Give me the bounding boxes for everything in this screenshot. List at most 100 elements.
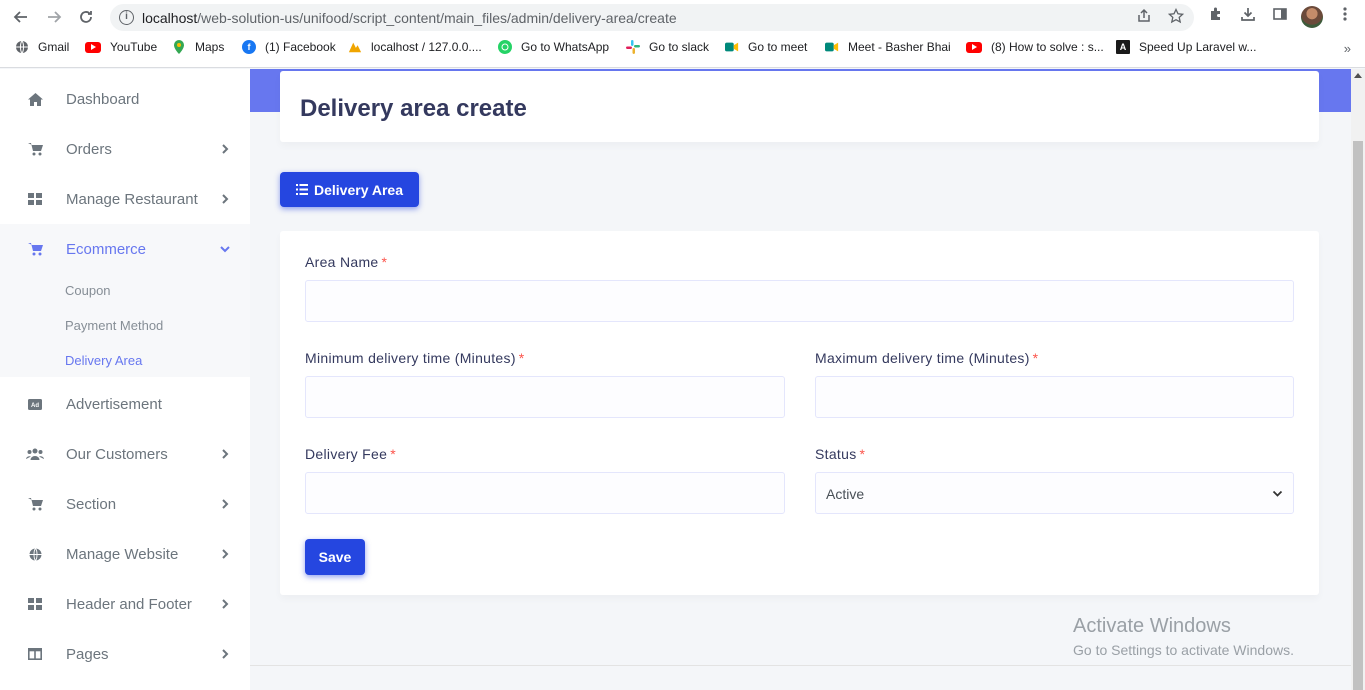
status-select-value: Active [826,486,865,502]
scroll-thumb[interactable] [1353,141,1363,690]
sidebar-item-label: Orders [66,140,112,158]
section-header: Delivery area create [280,71,1319,142]
area-name-input[interactable] [305,280,1294,322]
sidebar-item-manage-website[interactable]: Manage Website [0,529,250,579]
url-path: /web-solution-us/unifood/script_content/… [197,10,677,26]
bookmark-slack[interactable]: Go to slack [626,40,709,54]
url-text[interactable]: localhost/web-solution-us/unifood/script… [142,10,677,26]
sidebar-item-advertisement[interactable]: Ad Advertisement [0,379,250,429]
footer-divider [250,665,1351,666]
svg-text:Ad: Ad [31,403,39,409]
sidebar-item-orders[interactable]: Orders [0,124,250,174]
bookmark-label: Maps [195,40,225,54]
sidebar-subitem-coupon[interactable]: Coupon [65,283,111,298]
status-label-text: Status [815,446,857,462]
delivery-fee-input[interactable] [305,472,785,514]
sidebar-item-section[interactable]: Section [0,479,250,529]
sidebar-item-pages[interactable]: Pages [0,629,250,679]
delivery-area-list-button[interactable]: Delivery Area [280,172,419,207]
bookmark-label: (8) How to solve : s... [991,40,1104,54]
sidebar-item-header-footer[interactable]: Header and Footer [0,579,250,629]
side-panel-icon[interactable] [1269,6,1291,28]
more-bookmarks-button[interactable]: » [1344,41,1351,56]
extensions-icon[interactable] [1205,6,1227,28]
bookmark-phpmyadmin[interactable]: localhost / 127.0.0.... [348,40,482,54]
page-scrollbar[interactable] [1351,69,1365,690]
chevron-right-icon [222,499,229,509]
address-bar[interactable]: i localhost/web-solution-us/unifood/scri… [110,4,1194,31]
bookmark-label: localhost / 127.0.0.... [371,40,482,54]
url-host: localhost [142,10,198,26]
sidebar-item-label: Advertisement [66,395,162,413]
bookmark-laravel[interactable]: A Speed Up Laravel w... [1116,40,1256,54]
sidebar-item-manage-restaurant[interactable]: Manage Restaurant [0,174,250,224]
bookmark-gmail[interactable]: Gmail [15,40,69,54]
download-icon[interactable] [1237,6,1259,28]
sidebar-item-label: Header and Footer [66,595,192,613]
forward-icon[interactable] [43,6,65,28]
watermark-line-2: Go to Settings to activate Windows. [1073,642,1294,658]
back-icon[interactable] [10,6,32,28]
bookmark-maps[interactable]: Maps [172,40,224,54]
scroll-up-arrow-icon[interactable] [1354,73,1362,78]
sidebar-item-dashboard[interactable]: Dashboard [0,74,250,124]
bookmark-meet-basher[interactable]: Meet - Basher Bhai [825,40,951,54]
bookmark-meet[interactable]: Go to meet [725,40,807,54]
area-name-label: Area Name * [305,254,387,270]
sidebar-item-label: Section [66,495,117,513]
required-mark: * [381,254,388,270]
min-time-label-text: Minimum delivery time (Minutes) [305,350,516,366]
grid-icon [26,595,44,613]
chevron-right-icon [222,649,229,659]
sidebar-subitem-delivery-area[interactable]: Delivery Area [65,353,142,368]
reload-icon[interactable] [75,6,97,28]
phpmyadmin-icon [348,40,362,54]
facebook-icon: f [242,40,256,54]
bookmark-facebook[interactable]: f (1) Facebook [242,40,336,54]
save-button[interactable]: Save [305,539,365,575]
main-content: Delivery area create Delivery Area Area … [250,69,1351,690]
required-mark: * [518,350,525,366]
sidebar-subitem-payment-method[interactable]: Payment Method [65,318,163,333]
meet-icon [825,40,839,54]
bookmark-whatsapp[interactable]: Go to WhatsApp [498,40,609,54]
bookmark-label: Go to slack [649,40,710,54]
list-button-label: Delivery Area [314,181,403,198]
sidebar-item-our-customers[interactable]: Our Customers [0,429,250,479]
bookmark-youtube[interactable]: YouTube [85,40,157,54]
browser-chrome: i localhost/web-solution-us/unifood/scri… [0,0,1365,68]
min-time-label: Minimum delivery time (Minutes) * [305,350,525,366]
cart-icon [26,240,44,258]
sidebar-item-label: Ecommerce [66,240,147,258]
columns-icon [26,645,44,663]
site-info-icon[interactable]: i [119,10,134,25]
share-icon[interactable] [1134,8,1154,28]
kebab-menu-icon[interactable] [1334,6,1356,28]
form-card: Area Name * Minimum delivery time (Minute… [280,231,1319,595]
profile-avatar[interactable] [1301,6,1323,28]
laravel-icon: A [1116,40,1130,54]
windows-activation-watermark: Activate Windows Go to Settings to activ… [1073,615,1294,658]
status-select[interactable]: Active [815,472,1294,514]
max-delivery-time-input[interactable] [815,376,1294,418]
sidebar-item-label: Pages [66,645,109,663]
max-time-label-text: Maximum delivery time (Minutes) [815,350,1030,366]
chevron-right-icon [222,599,229,609]
fee-label-text: Delivery Fee [305,446,388,462]
list-icon [296,184,308,195]
sidebar-item-label: Manage Website [66,545,179,563]
ad-icon: Ad [26,395,44,413]
globe-icon [15,40,29,54]
whatsapp-icon [498,40,512,54]
bookmark-youtube-howto[interactable]: (8) How to solve : s... [966,40,1104,54]
required-mark: * [390,446,396,462]
globe-icon [26,545,44,563]
bookmark-label: Go to meet [748,40,808,54]
required-mark: * [1032,350,1039,366]
status-label: Status * [815,446,865,462]
meet-icon [725,40,739,54]
sidebar-item-ecommerce[interactable]: Ecommerce [0,224,250,274]
maps-pin-icon [172,40,186,54]
min-delivery-time-input[interactable] [305,376,785,418]
bookmark-star-icon[interactable] [1166,7,1186,28]
